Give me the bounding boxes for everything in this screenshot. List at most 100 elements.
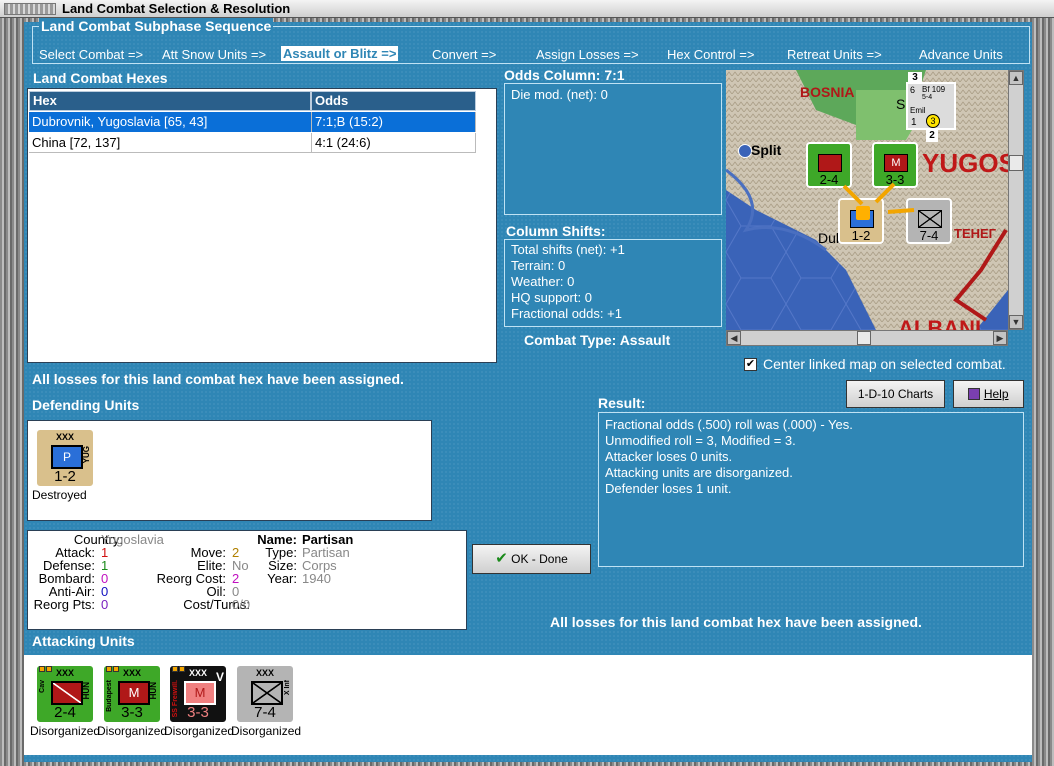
column-header-odds[interactable]: Odds	[311, 91, 476, 111]
step-att-snow-units[interactable]: Att Snow Units =>	[162, 47, 266, 62]
unit-size: XXX	[255, 668, 274, 678]
unit-nation: YUG	[82, 446, 91, 464]
shift-hq-support: HQ support: 0	[511, 290, 592, 305]
unit-value: 3-3	[187, 704, 209, 721]
hex-table: Hex Odds Dubrovnik, Yugoslavia [65, 43] …	[27, 88, 497, 363]
window-menu-icon[interactable]	[4, 3, 56, 15]
mech-symbol-icon: M	[118, 681, 150, 705]
odds-cell: 7:1;B (15:2)	[312, 112, 476, 132]
map-unit-value: 1-2	[851, 228, 871, 243]
center-map-label: Center linked map on selected combat.	[763, 356, 1006, 372]
air-unit-counter[interactable]: 3 6 Bf 109 5-4 Emil 1 3	[906, 72, 956, 130]
hex-cell: Dubrovnik, Yugoslavia [65, 43]	[29, 112, 312, 132]
scroll-down-icon[interactable]: ▼	[1009, 315, 1023, 329]
costturns-value: 0/0	[232, 597, 251, 612]
unit-value: 3-3	[121, 704, 143, 721]
attacker-counter[interactable]: XXX Budapest M HUN 3-3	[102, 664, 162, 724]
title-bar: Land Combat Selection & Resolution	[0, 0, 1054, 18]
step-assault-or-blitz[interactable]: Assault or Blitz =>	[281, 46, 399, 61]
scroll-thumb[interactable]	[857, 331, 871, 345]
air-unit-number: 1	[911, 117, 917, 128]
unit-details-box: Country: Yugoslavia Attack: 1 Defense: 1…	[27, 530, 467, 630]
reorgpts-key: Reorg Pts:	[33, 597, 95, 612]
subphase-title: Land Combat Subphase Sequence	[39, 18, 274, 34]
map-horizontal-scrollbar[interactable]: ◀ ▶	[726, 330, 1008, 346]
unit-value: 1-2	[54, 468, 76, 485]
linked-map[interactable]: BOSNIA Sarajevo Split YUGOS Dubrovnik ТЕ…	[726, 70, 1008, 330]
odds-title: Odds Column: 7:1	[504, 67, 625, 83]
window-title: Land Combat Selection & Resolution	[62, 1, 291, 16]
result-line: Fractional odds (.500) roll was (.000) -…	[605, 417, 853, 432]
step-assign-losses[interactable]: Assign Losses =>	[536, 47, 639, 62]
unit-value: 2-4	[54, 704, 76, 721]
unit-designation: X Inf	[284, 680, 291, 696]
map-unit-value: 7-4	[919, 228, 939, 243]
shift-terrain: Terrain: 0	[511, 258, 566, 273]
attacker-counter[interactable]: XXX SS Freiwill. M V 3-3	[168, 664, 228, 724]
result-line: Unmodified roll = 3, Modified = 3.	[605, 433, 796, 448]
scroll-right-icon[interactable]: ▶	[993, 331, 1007, 345]
step-retreat-units[interactable]: Retreat Units =>	[787, 47, 882, 62]
attacker-counter[interactable]: XXX X Inf 7-4	[235, 664, 295, 724]
scroll-thumb[interactable]	[1009, 155, 1023, 171]
unit-pips	[39, 660, 53, 672]
stack-count: 2	[926, 130, 938, 142]
unit-pips	[172, 660, 186, 672]
attacker-status: Disorganized	[164, 724, 235, 738]
loss-note: All losses for this land combat hex have…	[32, 371, 404, 387]
result-line: Attacking units are disorganized.	[605, 465, 793, 480]
stack-count: 3	[908, 72, 922, 84]
step-hex-control[interactable]: Hex Control =>	[667, 47, 754, 62]
result-line: Attacker loses 0 units.	[605, 449, 733, 464]
odds-box: Die mod. (net): 0	[504, 83, 722, 215]
result-box: Fractional odds (.500) roll was (.000) -…	[598, 412, 1024, 567]
combat-type-value: Assault	[619, 332, 671, 348]
book-icon	[968, 388, 981, 400]
map-label-split: Split	[751, 142, 782, 158]
table-row[interactable]: China [72, 137] 4:1 (24:6)	[29, 133, 476, 153]
defender-counter[interactable]: XXX P YUG 1-2	[35, 428, 95, 488]
unit-pips	[106, 660, 120, 672]
table-row[interactable]: Dubrovnik, Yugoslavia [65, 43] 7:1;B (15…	[29, 112, 476, 132]
inf-symbol-icon	[918, 210, 942, 228]
step-select-combat[interactable]: Select Combat =>	[39, 47, 143, 62]
port-icon	[738, 144, 752, 158]
attacker-counter[interactable]: XXX Cav HUN 2-4	[35, 664, 95, 724]
unit-size: XXX	[122, 668, 141, 678]
help-button[interactable]: Help	[953, 380, 1024, 408]
column-header-hex[interactable]: Hex	[29, 91, 311, 111]
air-unit-range: 6	[910, 85, 916, 95]
ok-done-button[interactable]: ✔ OK - Done	[472, 544, 591, 574]
year-value: 1940	[302, 571, 331, 586]
step-advance-units[interactable]: Advance Units	[919, 47, 1003, 62]
mech-symbol-icon: M	[184, 681, 216, 705]
charts-button[interactable]: 1-D-10 Charts	[846, 380, 945, 408]
center-map-checkbox[interactable]: ✔	[744, 358, 757, 371]
air-unit-type: Bf 109	[922, 85, 946, 94]
air-unit-badge: 3	[926, 114, 940, 128]
attacker-status: Disorganized	[231, 724, 302, 738]
country-value: Yugoslavia	[101, 532, 164, 547]
shift-total: Total shifts (net): +1	[511, 242, 625, 257]
year-key: Year:	[267, 571, 297, 586]
unit-size: XXX	[55, 668, 74, 678]
help-button-label: Help	[983, 387, 1009, 401]
result-title: Result:	[598, 395, 646, 411]
unit-value: 7-4	[254, 704, 276, 721]
attacker-status: Disorganized	[97, 724, 168, 738]
map-vertical-scrollbar[interactable]: ▲ ▼	[1008, 70, 1024, 330]
shifts-box: Total shifts (net): +1 Terrain: 0 Weathe…	[504, 239, 722, 327]
shifts-title: Column Shifts:	[506, 223, 606, 239]
shift-fractional-odds: Fractional odds: +1	[511, 306, 622, 321]
unit-size: XXX	[55, 432, 74, 442]
loss-note-bottom: All losses for this land combat hex have…	[550, 614, 922, 630]
map-label-yugos: YUGOS	[922, 148, 1008, 178]
attacking-title: Attacking Units	[32, 633, 135, 649]
shift-weather: Weather: 0	[511, 274, 575, 289]
step-convert[interactable]: Convert =>	[432, 47, 496, 62]
odds-cell: 4:1 (24:6)	[312, 133, 476, 153]
scroll-up-icon[interactable]: ▲	[1009, 71, 1023, 85]
unit-designation: Cav	[39, 680, 46, 693]
hex-cell: China [72, 137]	[29, 133, 312, 153]
scroll-left-icon[interactable]: ◀	[727, 331, 741, 345]
